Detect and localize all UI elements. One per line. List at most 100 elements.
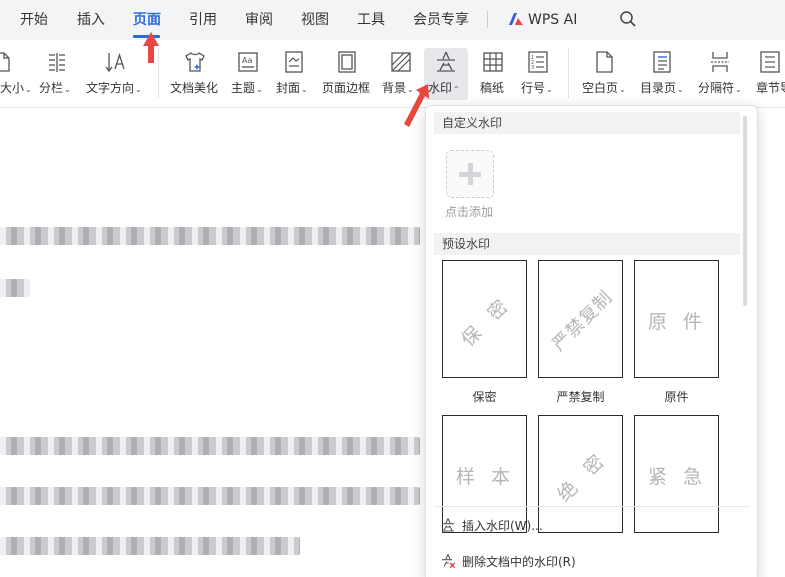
line-number-button[interactable]: 1 2 3 行号⌄ [518,40,558,108]
blurred-text-line [0,279,30,297]
background-button[interactable]: 背景⌄ [380,40,420,108]
shirt-icon [185,52,205,72]
manuscript-label: 稿纸 [480,81,505,95]
beautify-label: 文档美化 [170,81,219,95]
panel-scrollbar[interactable] [743,116,747,306]
ribbon-divider [158,48,159,98]
columns-icon [49,53,65,72]
delete-watermark-menu-item[interactable]: 删除文档中的水印(R) [440,550,576,572]
watermark-preview-text: 紧 急 [647,465,708,488]
menu-bar: 开始 插入 页面 引用 审阅 视图 工具 会员专享 WPS AI [0,0,785,40]
chevron-down-icon: ⌄ [64,85,71,94]
toc-page-icon [653,51,671,73]
menu-divider [487,11,488,28]
tab-review[interactable]: 审阅 [245,10,273,30]
preset-watermark-label: 严禁复制 [556,390,605,404]
delete-watermark-icon [442,554,456,569]
panel-divider [434,506,750,507]
tab-wps-ai[interactable]: WPS AI [528,10,577,30]
columns-button[interactable]: 分栏⌄ [36,40,76,108]
tab-start[interactable]: 开始 [20,10,48,30]
preset-watermark-card[interactable]: 绝 密 [538,415,623,533]
section-button[interactable]: 章节导 [754,40,785,108]
page-border-icon [338,51,356,73]
add-custom-watermark-button[interactable] [446,150,494,198]
blurred-text-line [0,437,420,455]
page-border-label: 页面边框 [322,81,371,95]
page-size-icon [0,52,10,72]
insert-watermark-menu-item[interactable]: 插入水印(W)... [440,514,543,536]
text-direction-icon [105,52,125,73]
watermark-icon [437,51,455,72]
manuscript-button[interactable]: 稿纸 [476,40,510,108]
svg-text:Aa: Aa [242,56,252,65]
beautify-button[interactable]: 文档美化 [168,40,222,108]
preset-watermark-card[interactable]: 原 件 [634,260,719,378]
tab-member[interactable]: 会员专享 [413,10,469,30]
tab-tools[interactable]: 工具 [357,10,385,30]
background-label: 背景 [382,81,407,95]
watermark-preview-text: 严禁复制 [548,286,617,356]
blurred-text-line [0,537,300,555]
insert-watermark-label: 插入水印(W)... [462,518,543,533]
blank-page-button[interactable]: 空白页⌄ [580,40,630,108]
tab-view[interactable]: 视图 [301,10,329,30]
size-label: 大小 [0,81,25,95]
custom-watermark-header: 自定义水印 [434,112,740,134]
section-icon [760,51,780,73]
theme-icon: Aa [238,52,258,72]
separator-icon [711,52,729,72]
blurred-text-line [0,487,420,505]
chevron-down-icon: ⌄ [619,85,626,94]
watermark-preview-text: 原 件 [647,310,708,333]
theme-label: 主题 [231,81,256,95]
chevron-down-icon: ⌄ [735,85,742,94]
chevron-down-icon: ⌄ [25,85,32,94]
watermark-button[interactable]: 水印⌃ [424,48,468,100]
wps-ai-logo-icon [509,13,523,25]
theme-button[interactable]: Aa 主题⌄ [229,40,267,108]
tab-references[interactable]: 引用 [189,10,217,30]
watermark-icon [442,518,454,532]
watermark-dropdown: 自定义水印 点击添加 预设水印 保 密 保密 严禁复制 严禁复制 原 件 原件 … [425,105,758,577]
add-custom-watermark-label: 点击添加 [445,205,494,219]
tab-insert[interactable]: 插入 [77,10,105,30]
toc-page-label: 目录页 [640,81,677,95]
preset-watermark-card[interactable]: 紧 急 [634,415,719,533]
chevron-down-icon: ⌄ [546,85,553,94]
tab-page[interactable]: 页面 [133,10,161,30]
toc-page-button[interactable]: 目录页⌄ [638,40,688,108]
watermark-label: 水印 [428,81,453,95]
columns-label: 分栏 [39,81,64,95]
watermark-preview-text: 绝 密 [552,446,613,506]
watermark-preview-text: 保 密 [456,291,517,351]
preset-watermark-label: 保密 [472,390,497,404]
ribbon-toolbar: 大小⌄ 分栏⌄ 文字方向⌄ 文档美化 Aa 主题⌄ 封面⌄ 页面边框 背景⌄ 水… [0,40,785,146]
cover-button[interactable]: 封面⌄ [274,40,314,108]
cover-label: 封面 [276,81,301,95]
svg-text:3: 3 [531,65,534,71]
section-label: 章节导 [756,81,785,95]
chevron-up-icon: ⌃ [453,85,460,94]
text-direction-button[interactable]: 文字方向⌄ [84,40,148,108]
separator-button[interactable]: 分隔符⌄ [696,40,748,108]
preset-watermark-card[interactable]: 保 密 [442,260,527,378]
separator-label: 分隔符 [698,81,735,95]
blurred-text-line [0,227,420,245]
size-button[interactable]: 大小⌄ [0,40,34,108]
active-tab-indicator [133,35,160,38]
preset-watermark-card[interactable]: 严禁复制 [538,260,623,378]
chevron-down-icon: ⌄ [301,85,308,94]
search-icon[interactable] [619,10,637,28]
background-icon [391,52,411,72]
blank-page-label: 空白页 [582,81,619,95]
blank-page-icon [596,51,613,73]
chevron-down-icon: ⌄ [407,85,414,94]
preset-watermark-label: 原件 [664,390,689,404]
page-border-button[interactable]: 页面边框 [320,40,374,108]
chevron-down-icon: ⌄ [135,85,142,94]
manuscript-icon [483,52,503,72]
text-direction-label: 文字方向 [86,81,135,95]
ribbon-divider [568,48,569,98]
delete-watermark-label: 删除文档中的水印(R) [462,554,576,569]
